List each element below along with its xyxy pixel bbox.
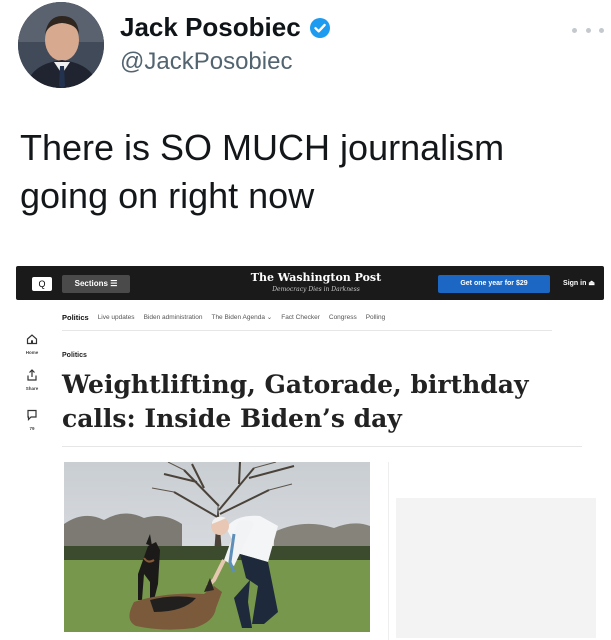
article-kicker: Politics (62, 352, 87, 359)
nav-item-biden-agenda: The Biden Agenda ⌄ (211, 314, 273, 321)
handle[interactable]: @JackPosobiec (120, 48, 292, 76)
sections-button: Sections ☰ (62, 275, 130, 293)
wapo-logo: The Washington Post (250, 271, 382, 284)
share-icon (27, 369, 37, 381)
home-icon (26, 334, 38, 345)
nav-item-politics: Politics (62, 312, 89, 322)
nav-item-biden-administration: Biden administration (143, 313, 203, 321)
display-name[interactable]: Jack Posobiec (120, 12, 301, 43)
ad-placeholder (396, 498, 596, 638)
side-home: Home (18, 332, 46, 355)
side-comments: 79 (18, 408, 46, 431)
nav-item-congress: Congress (328, 313, 357, 321)
article-photo-image (64, 462, 370, 632)
avatar[interactable] (18, 2, 104, 88)
nav-item-fact-checker: Fact Checker (281, 313, 320, 321)
avatar-photo (18, 2, 104, 88)
attached-image[interactable]: Q Sections ☰ The Washington Post Democra… (14, 262, 606, 640)
headline-divider (62, 446, 582, 447)
article-headline: Weightlifting, Gatorade, birthday calls:… (62, 370, 529, 433)
sign-in-button: Sign in ⏏ (563, 280, 595, 287)
more-horizontal-icon[interactable] (572, 24, 604, 36)
tweet-text: There is SO MUCH journalism going on rig… (20, 127, 505, 216)
wapo-tagline: Democracy Dies in Darkness (272, 286, 360, 293)
nav-item-live-updates: Live updates (97, 313, 135, 321)
home-label: Home (25, 350, 39, 355)
column-divider (388, 462, 389, 640)
wapo-nav: Politics Live updates Biden administrati… (62, 310, 562, 324)
wapo-header-bar: Q Sections ☰ The Washington Post Democra… (16, 266, 604, 300)
subscribe-button: Get one year for $29 (438, 275, 550, 293)
search-icon: Q (32, 277, 52, 291)
comment-icon (27, 409, 37, 421)
verified-badge-icon (309, 17, 330, 38)
tweet-author[interactable]: Jack Posobiec (120, 12, 331, 43)
side-share: Share (18, 368, 46, 391)
article-photo (64, 462, 370, 632)
nav-item-polling: Polling (365, 313, 386, 321)
nav-divider (62, 330, 552, 331)
share-label: Share (25, 386, 39, 391)
comments-count: 79 (29, 426, 35, 431)
